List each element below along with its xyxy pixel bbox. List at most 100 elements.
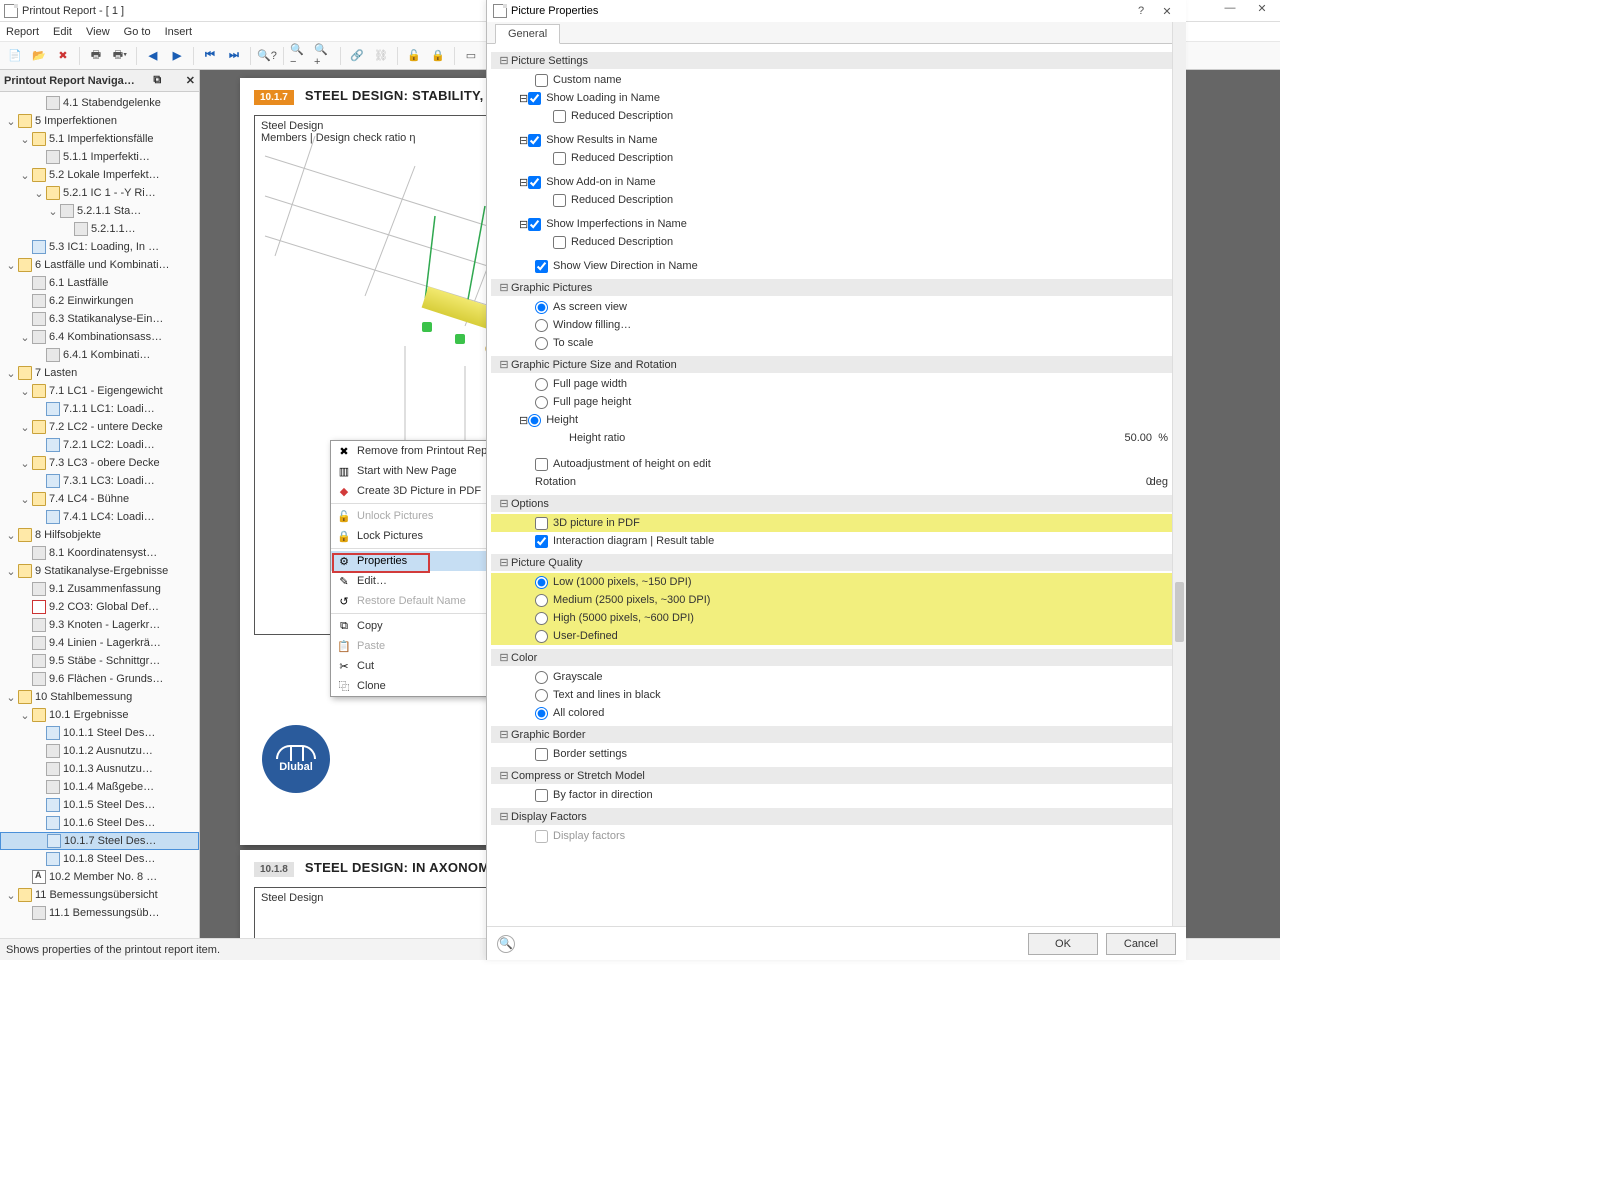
height-ratio-value[interactable]: 50.00	[1124, 432, 1178, 444]
cb-by-factor[interactable]	[535, 789, 548, 802]
tree-item[interactable]: 10.1.4 Maßgebe…	[0, 778, 199, 796]
radio-quality-medium[interactable]	[535, 594, 548, 607]
cb-show-results[interactable]	[528, 134, 541, 147]
cb-reduced-1[interactable]	[553, 110, 566, 123]
menu-goto[interactable]: Go to	[124, 26, 151, 38]
group-header-picture-quality[interactable]: ⊟Picture Quality	[491, 554, 1178, 571]
tree-item[interactable]: 6.1 Lastfälle	[0, 274, 199, 292]
tree-item[interactable]: ⌄8 Hilfsobjekte	[0, 526, 199, 544]
tree-item[interactable]: ⌄7.4 LC4 - Bühne	[0, 490, 199, 508]
cb-display-factors[interactable]	[535, 830, 548, 843]
tree-item[interactable]: 10.1.2 Ausnutzu…	[0, 742, 199, 760]
tree-item[interactable]: 5.2.1.1…	[0, 220, 199, 238]
tree-item[interactable]: ⌄7 Lasten	[0, 364, 199, 382]
ok-button[interactable]: OK	[1028, 933, 1098, 955]
tool-unlink-icon[interactable]: ⛓	[370, 45, 392, 67]
tree-item[interactable]: ⌄7.3 LC3 - obere Decke	[0, 454, 199, 472]
tool-zoom-out-icon[interactable]: 🔍−	[289, 45, 311, 67]
tree-item[interactable]: ⌄5.2 Lokale Imperfekt…	[0, 166, 199, 184]
radio-window-filling[interactable]	[535, 319, 548, 332]
tree-item[interactable]: 4.1 Stabendgelenke	[0, 94, 199, 112]
navigator-tree[interactable]: 4.1 Stabendgelenke⌄5 Imperfektionen⌄5.1 …	[0, 92, 199, 938]
nav-next-icon[interactable]: ▶	[166, 45, 188, 67]
tree-item[interactable]: ⌄5.2.1.1 Sta…	[0, 202, 199, 220]
dialog-body[interactable]: ⊟Picture Settings Custom name ⊟Show Load…	[487, 44, 1186, 926]
tree-item[interactable]: 5.3 IC1: Loading, In …	[0, 238, 199, 256]
tool-open-icon[interactable]: 📂	[28, 45, 50, 67]
navigator-close-icon[interactable]: ✕	[186, 74, 195, 87]
tree-item[interactable]: 9.1 Zusammenfassung	[0, 580, 199, 598]
tree-item[interactable]: 9.5 Stäbe - Schnittgr…	[0, 652, 199, 670]
tool-link-icon[interactable]: 🔗	[346, 45, 368, 67]
cb-interaction-diagram[interactable]	[535, 535, 548, 548]
tree-item[interactable]: 5.1.1 Imperfekti…	[0, 148, 199, 166]
tree-item[interactable]: 10.2 Member No. 8 …	[0, 868, 199, 886]
tree-item[interactable]: 7.4.1 LC4: Loadi…	[0, 508, 199, 526]
tree-item[interactable]: ⌄11 Bemessungsübersicht	[0, 886, 199, 904]
group-header-compress[interactable]: ⊟Compress or Stretch Model	[491, 767, 1178, 784]
radio-full-height[interactable]	[535, 396, 548, 409]
tree-item[interactable]: 10.1.8 Steel Des…	[0, 850, 199, 868]
tree-item[interactable]: 7.1.1 LC1: Loadi…	[0, 400, 199, 418]
nav-last-icon[interactable]: ⏭	[223, 45, 245, 67]
radio-grayscale[interactable]	[535, 671, 548, 684]
tool-unlock-icon[interactable]: 🔓	[403, 45, 425, 67]
cb-show-view-direction[interactable]	[535, 260, 548, 273]
menu-insert[interactable]: Insert	[165, 26, 193, 38]
menu-report[interactable]: Report	[6, 26, 39, 38]
tree-item[interactable]: 7.2.1 LC2: Loadi…	[0, 436, 199, 454]
dialog-scrollbar[interactable]	[1172, 22, 1186, 926]
tree-item[interactable]: ⌄10 Stahlbemessung	[0, 688, 199, 706]
tree-item[interactable]: 10.1.6 Steel Des…	[0, 814, 199, 832]
tool-zoom-in-icon[interactable]: 🔍+	[313, 45, 335, 67]
radio-all-colored[interactable]	[535, 707, 548, 720]
navigator-float-icon[interactable]: ⧉	[153, 74, 161, 87]
nav-prev-icon[interactable]: ◀	[142, 45, 164, 67]
tree-item[interactable]: 10.1.1 Steel Des…	[0, 724, 199, 742]
tree-item[interactable]: 7.3.1 LC3: Loadi…	[0, 472, 199, 490]
app-close-button[interactable]: ✕	[1248, 2, 1276, 15]
cb-show-imperfections[interactable]	[528, 218, 541, 231]
cb-show-addon[interactable]	[528, 176, 541, 189]
tab-general[interactable]: General	[495, 24, 560, 44]
cb-reduced-4[interactable]	[553, 236, 566, 249]
tree-item[interactable]: 10.1.3 Ausnutzu…	[0, 760, 199, 778]
group-header-options[interactable]: ⊟Options	[491, 495, 1178, 512]
tool-lock-icon[interactable]: 🔒	[427, 45, 449, 67]
radio-quality-high[interactable]	[535, 612, 548, 625]
dialog-close-button[interactable]: ✕	[1154, 5, 1180, 18]
tool-delete-icon[interactable]: ✖	[52, 45, 74, 67]
cb-3d-picture-pdf[interactable]	[535, 517, 548, 530]
tree-item[interactable]: 9.2 CO3: Global Def…	[0, 598, 199, 616]
radio-text-black[interactable]	[535, 689, 548, 702]
tree-item[interactable]: 8.1 Koordinatensyst…	[0, 544, 199, 562]
cancel-button[interactable]: Cancel	[1106, 933, 1176, 955]
tool-selection-icon[interactable]: ▭	[460, 45, 482, 67]
tree-item[interactable]: 6.4.1 Kombinati…	[0, 346, 199, 364]
radio-quality-user[interactable]	[535, 630, 548, 643]
tree-item[interactable]: 11.1 Bemessungsüb…	[0, 904, 199, 922]
tool-new-icon[interactable]: 📄	[4, 45, 26, 67]
group-header-picture-settings[interactable]: ⊟Picture Settings	[491, 52, 1178, 69]
group-header-color[interactable]: ⊟Color	[491, 649, 1178, 666]
radio-full-width[interactable]	[535, 378, 548, 391]
cb-border-settings[interactable]	[535, 748, 548, 761]
cb-autoadjust[interactable]	[535, 458, 548, 471]
radio-to-scale[interactable]	[535, 337, 548, 350]
nav-first-icon[interactable]: ⏮	[199, 45, 221, 67]
tree-item[interactable]: 6.2 Einwirkungen	[0, 292, 199, 310]
tree-item[interactable]: 9.3 Knoten - Lagerkr…	[0, 616, 199, 634]
tree-item[interactable]: 9.6 Flächen - Grunds…	[0, 670, 199, 688]
group-header-graphic-pictures[interactable]: ⊟Graphic Pictures	[491, 279, 1178, 296]
tool-print-preview-icon[interactable]: 🖶▾	[109, 45, 131, 67]
group-header-graphic-border[interactable]: ⊟Graphic Border	[491, 726, 1178, 743]
tree-item[interactable]: ⌄6 Lastfälle und Kombinati…	[0, 256, 199, 274]
tree-item[interactable]: ⌄6.4 Kombinationsass…	[0, 328, 199, 346]
dialog-help-button[interactable]: ?	[1128, 5, 1154, 17]
menu-view[interactable]: View	[86, 26, 110, 38]
radio-quality-low[interactable]	[535, 576, 548, 589]
tree-item[interactable]: ⌄7.1 LC1 - Eigengewicht	[0, 382, 199, 400]
tree-item[interactable]: ⌄7.2 LC2 - untere Decke	[0, 418, 199, 436]
tree-item[interactable]: ⌄9 Statikanalyse-Ergebnisse	[0, 562, 199, 580]
cb-reduced-2[interactable]	[553, 152, 566, 165]
